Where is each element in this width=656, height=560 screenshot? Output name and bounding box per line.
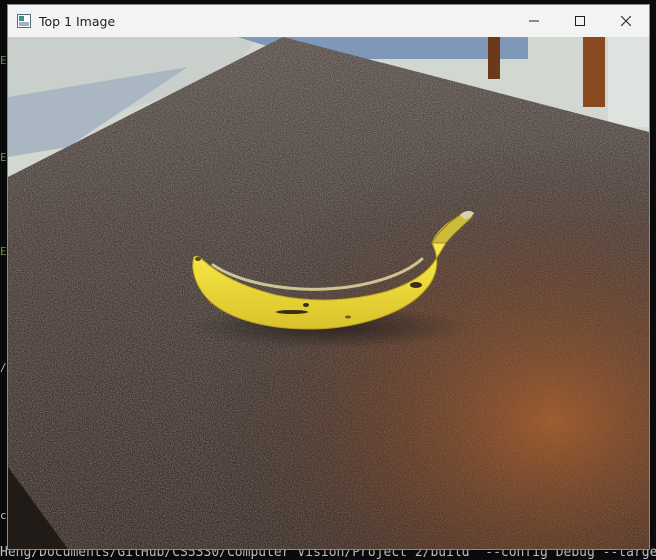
maximize-button[interactable] bbox=[557, 5, 603, 37]
minimize-button[interactable] bbox=[511, 5, 557, 37]
close-icon bbox=[621, 16, 631, 26]
banana-photo bbox=[8, 37, 649, 549]
title-bar[interactable]: Top 1 Image bbox=[8, 5, 649, 37]
close-button[interactable] bbox=[603, 5, 649, 37]
app-icon bbox=[17, 14, 31, 28]
image-display-area bbox=[8, 37, 649, 549]
image-window: Top 1 Image bbox=[7, 4, 650, 550]
minimize-icon bbox=[529, 20, 539, 22]
window-controls bbox=[511, 5, 649, 37]
window-title: Top 1 Image bbox=[39, 13, 116, 29]
maximize-icon bbox=[575, 16, 585, 26]
